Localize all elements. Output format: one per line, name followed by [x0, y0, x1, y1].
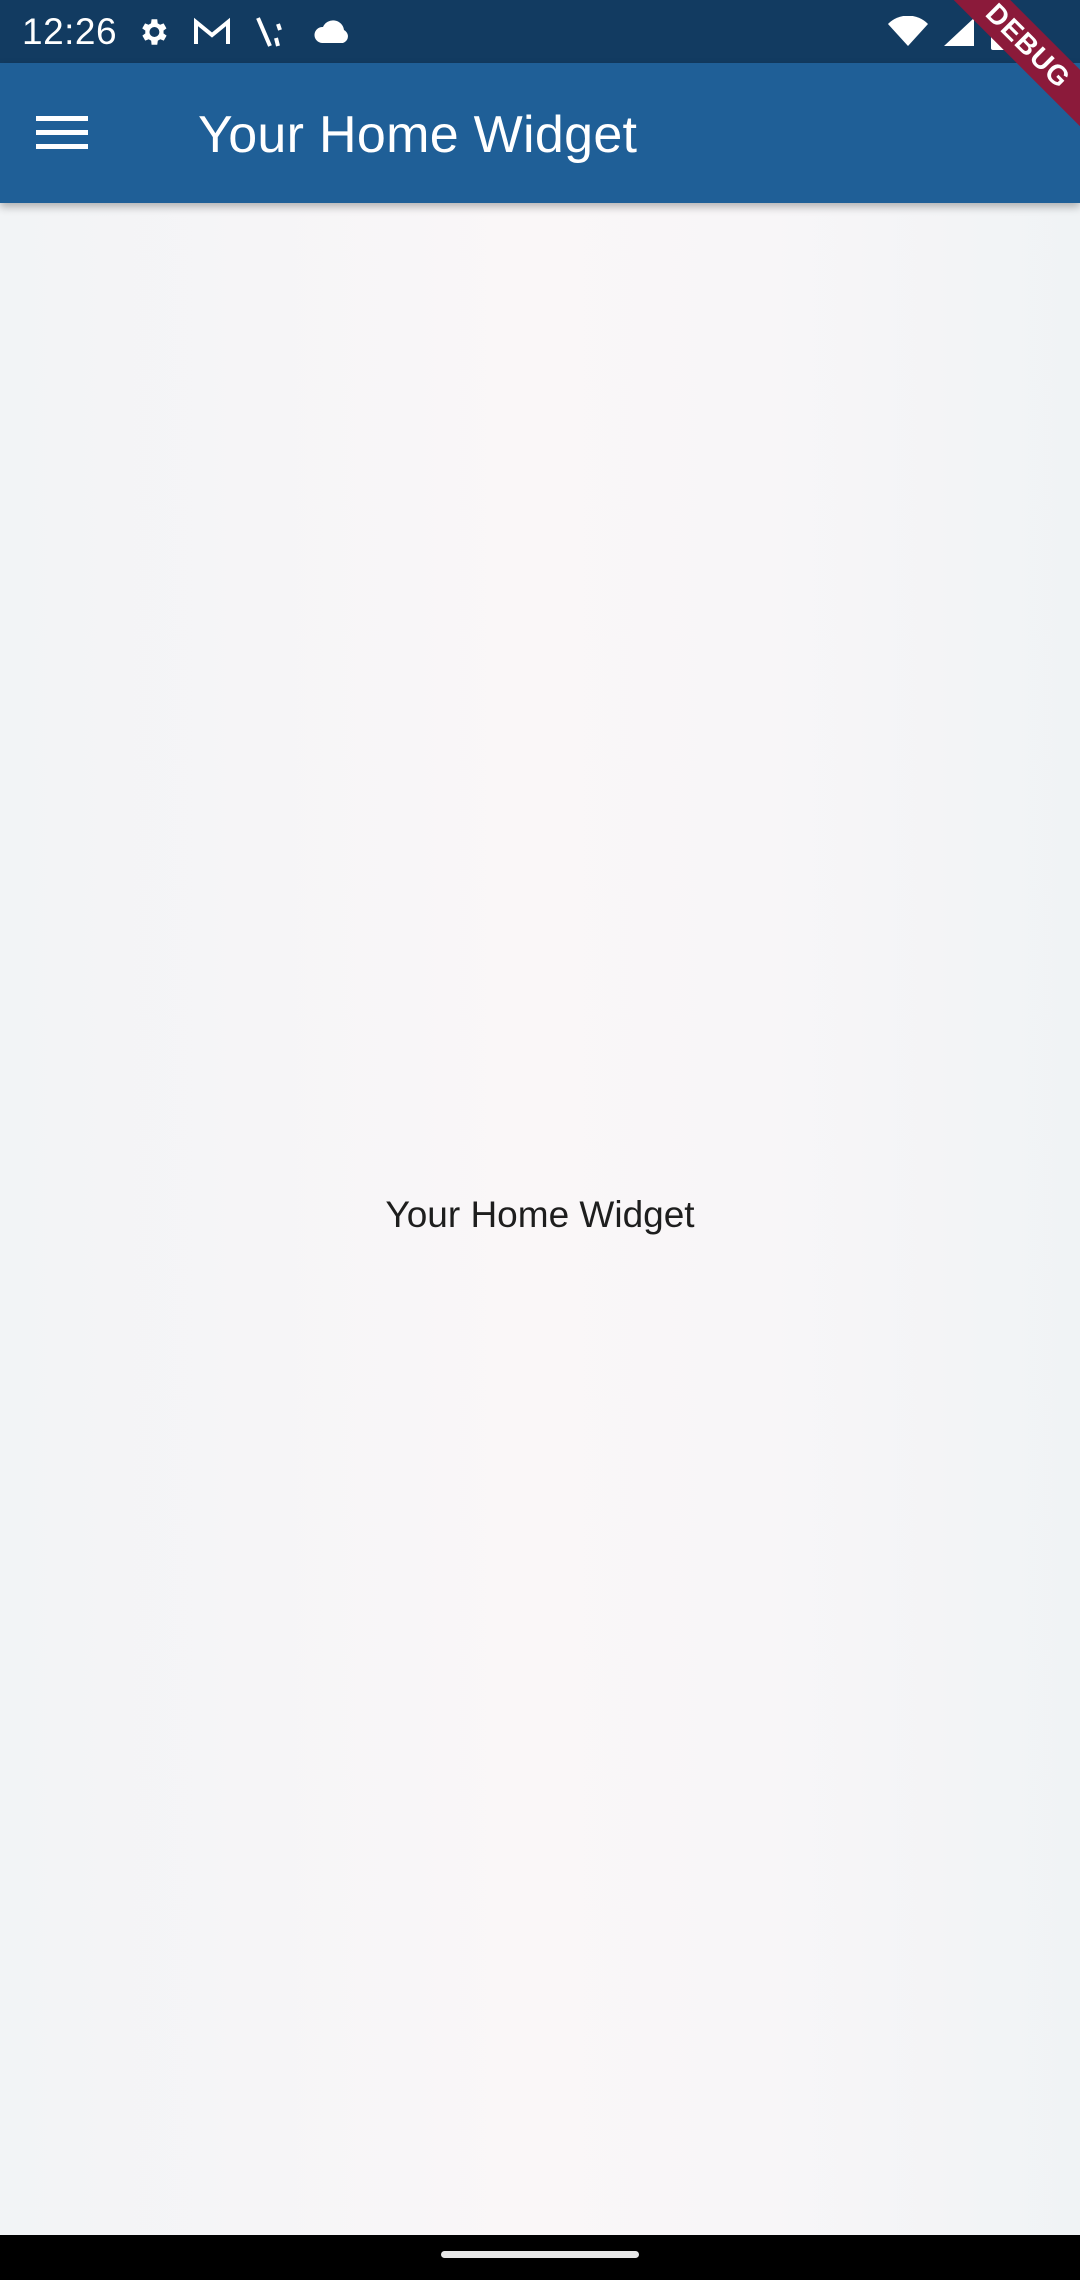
status-bar: 12:26 — [0, 0, 1080, 63]
app-title: Your Home Widget — [198, 106, 638, 164]
main-content: Your Home Widget — [0, 203, 1080, 2235]
app-bar: Your Home Widget — [0, 63, 1080, 203]
settings-icon — [136, 15, 170, 49]
cloud-icon — [312, 18, 352, 46]
gmail-icon — [192, 16, 232, 48]
signal-v-icon — [254, 14, 290, 50]
home-indicator[interactable] — [441, 2251, 639, 2258]
debug-banner-container: DEBUG — [940, 0, 1080, 140]
menu-icon — [36, 114, 88, 152]
menu-button[interactable] — [30, 101, 94, 165]
status-time: 12:26 — [22, 11, 118, 52]
debug-banner: DEBUG — [940, 0, 1080, 140]
navigation-bar — [0, 2235, 1080, 2280]
status-icons-left — [136, 14, 374, 50]
home-widget-text: Your Home Widget — [385, 1194, 695, 1235]
wifi-icon — [888, 16, 928, 48]
